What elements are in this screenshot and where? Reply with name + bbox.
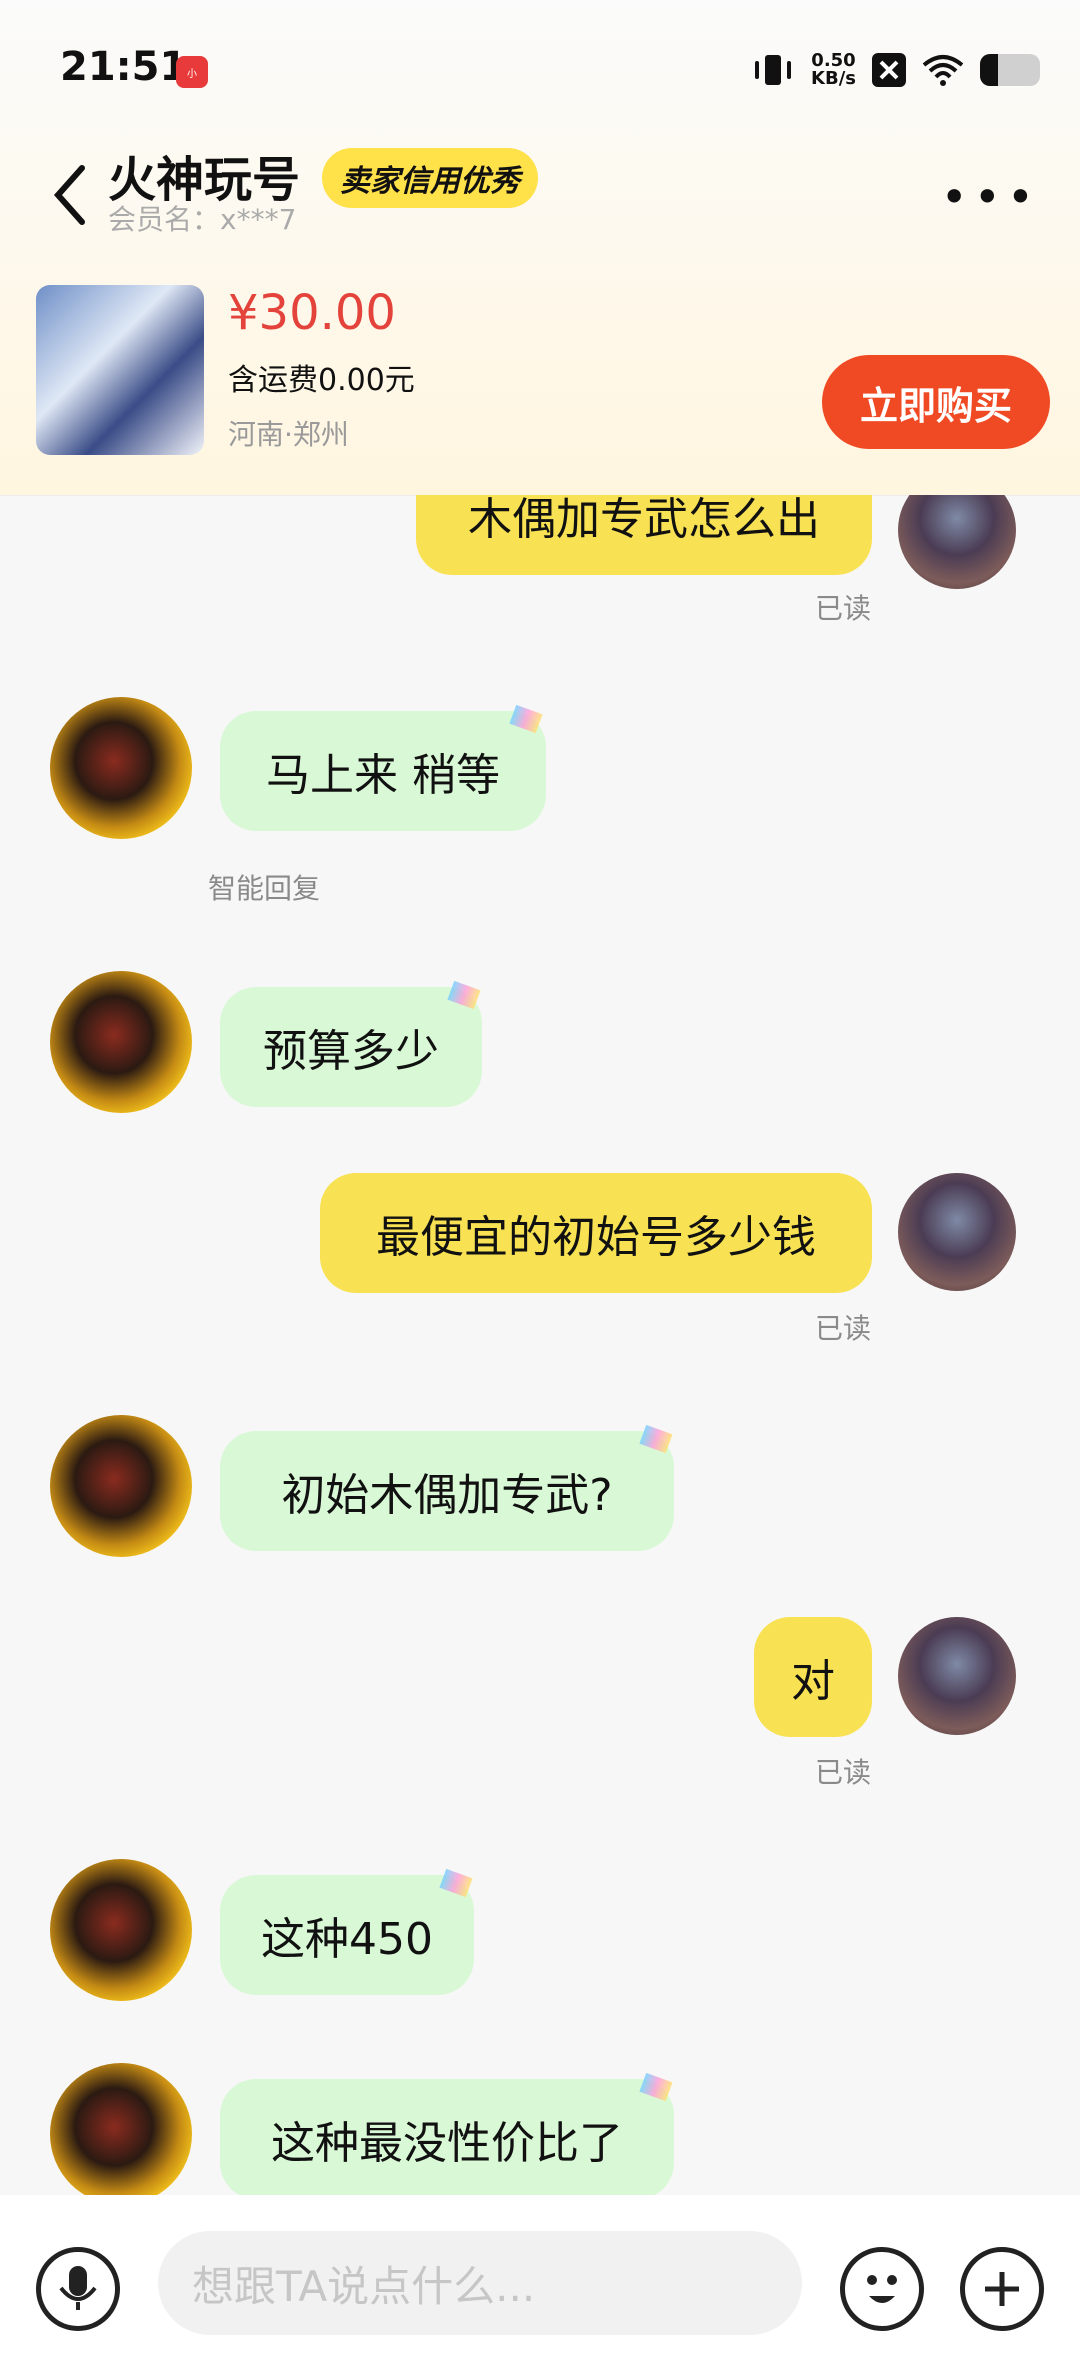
- net-rate: 0.50 KB/s: [811, 52, 856, 88]
- back-button[interactable]: [52, 160, 92, 230]
- seller-avatar[interactable]: [50, 697, 192, 839]
- battery-icon: [980, 54, 1040, 86]
- plus-icon[interactable]: [960, 2247, 1044, 2331]
- emoji-face-icon: [867, 2275, 897, 2303]
- smart-reply-label: 智能回复: [208, 872, 321, 905]
- status-bar: 21:51 小 0.50 KB/s: [0, 0, 1080, 140]
- credit-badge[interactable]: 卖家信用优秀: [322, 148, 538, 208]
- member-name: 会员名：x***7: [108, 203, 297, 236]
- status-icons: 0.50 KB/s: [751, 52, 1040, 88]
- message-bubble-right[interactable]: 最便宜的初始号多少钱: [320, 1173, 872, 1293]
- message-bubble-right[interactable]: 木偶加专武怎么出: [416, 495, 872, 575]
- seller-avatar[interactable]: [50, 1859, 192, 2001]
- seller-avatar[interactable]: [50, 1415, 192, 1557]
- seller-avatar[interactable]: [50, 971, 192, 1113]
- message-bubble-left[interactable]: 预算多少: [220, 987, 482, 1107]
- product-price: ¥30.00: [228, 285, 396, 341]
- microphone-glyph-icon: [59, 2266, 97, 2310]
- emoji-icon[interactable]: [840, 2247, 924, 2331]
- my-avatar[interactable]: [898, 1617, 1016, 1735]
- net-rate-unit: KB/s: [811, 68, 856, 89]
- input-bar: 想跟TA说点什么...: [0, 2195, 1080, 2376]
- message-bubble-left[interactable]: 这种450: [220, 1875, 474, 1995]
- message-input[interactable]: 想跟TA说点什么...: [158, 2231, 802, 2335]
- chat-header: 火神玩号 卖家信用优秀 会员名：x***7 •••: [0, 140, 1080, 260]
- read-status: 已读: [815, 1312, 872, 1345]
- microphone-icon[interactable]: [36, 2247, 120, 2331]
- wifi-icon: [922, 55, 964, 86]
- buy-now-button[interactable]: 立即购买: [822, 355, 1050, 449]
- app-badge-icon: 小: [176, 56, 208, 88]
- top-header-area: 21:51 小 0.50 KB/s 火神玩号 卖家信用优秀 会员名：x***7 …: [0, 0, 1080, 496]
- message-bubble-right[interactable]: 对: [754, 1617, 872, 1737]
- read-status: 已读: [815, 592, 872, 625]
- product-shipping: 含运费0.00元: [228, 363, 415, 398]
- product-thumbnail[interactable]: [36, 285, 204, 455]
- product-card[interactable]: ¥30.00 含运费0.00元 河南·郑州 立即购买: [36, 285, 1050, 465]
- x-app-icon: [872, 53, 906, 87]
- my-avatar[interactable]: [898, 495, 1016, 589]
- product-location: 河南·郑州: [228, 418, 349, 451]
- my-avatar[interactable]: [898, 1173, 1016, 1291]
- more-options-button[interactable]: •••: [941, 170, 1040, 224]
- seller-avatar[interactable]: [50, 2063, 192, 2195]
- battery-level: [980, 54, 998, 86]
- vibrate-icon: [755, 55, 792, 85]
- message-bubble-left[interactable]: 这种最没性价比了: [220, 2079, 674, 2195]
- message-bubble-left[interactable]: 初始木偶加专武?: [220, 1431, 674, 1551]
- status-time: 21:51: [60, 44, 188, 90]
- read-status: 已读: [815, 1756, 872, 1789]
- message-bubble-left[interactable]: 马上来 稍等: [220, 711, 546, 831]
- plus-glyph-icon: [985, 2272, 1019, 2306]
- chat-messages: 木偶加专武怎么出 已读 马上来 稍等 智能回复 预算多少 最便宜的初始号多少钱 …: [0, 495, 1080, 2195]
